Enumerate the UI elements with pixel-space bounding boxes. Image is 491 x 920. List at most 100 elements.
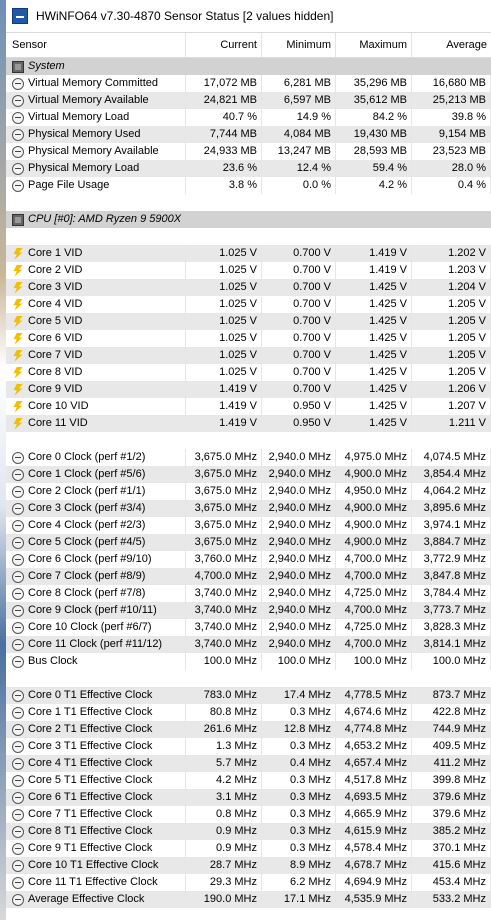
minimum-value: 4,084 MB <box>262 126 336 143</box>
sensor-row[interactable]: Core 7 VID 1.025 V 0.700 V 1.425 V 1.205 V <box>6 347 491 364</box>
sensor-row[interactable]: Core 4 T1 Effective Clock 5.7 MHz 0.4 MHz 4… <box>6 755 491 772</box>
average-value: 100.0 MHz <box>412 653 491 670</box>
sensor-name-cell: Core 6 T1 Effective Clock <box>6 789 186 806</box>
maximum-value: 84.2 % <box>336 109 412 126</box>
sensor-row[interactable]: Core 6 Clock (perf #9/10) 3,760.0 MHz 2,94… <box>6 551 491 568</box>
sensor-label: Core 9 VID <box>28 383 83 395</box>
sensor-row[interactable]: Core 11 Clock (perf #11/12) 3,740.0 MHz 2,… <box>6 636 491 653</box>
sensor-row[interactable]: Bus Clock 100.0 MHz 100.0 MHz 100.0 MHz 100.… <box>6 653 491 670</box>
sensor-row[interactable]: Core 5 VID 1.025 V 0.700 V 1.425 V 1.205 V <box>6 313 491 330</box>
clock-gauge-icon <box>12 468 24 481</box>
sensor-row[interactable]: Virtual Memory Committed 17,072 MB 6,281 M… <box>6 75 491 92</box>
clock-gauge-icon <box>12 485 24 498</box>
current-value: 7,744 MB <box>186 126 262 143</box>
sensor-label: Virtual Memory Load <box>28 111 130 123</box>
sensor-row[interactable]: Physical Memory Available 24,933 MB 13,247… <box>6 143 491 160</box>
sensor-row[interactable]: Core 10 T1 Effective Clock 28.7 MHz 8.9 MH… <box>6 857 491 874</box>
sensor-row[interactable]: Core 1 T1 Effective Clock 80.8 MHz 0.3 MHz… <box>6 704 491 721</box>
sensor-row[interactable]: Core 2 Clock (perf #1/1) 3,675.0 MHz 2,940… <box>6 483 491 500</box>
clock-gauge-icon <box>12 723 24 736</box>
current-value: 1.025 V <box>186 245 262 262</box>
sensor-row[interactable]: Core 0 T1 Effective Clock 783.0 MHz 17.4 M… <box>6 687 491 704</box>
sensor-row[interactable]: Core 2 T1 Effective Clock 261.6 MHz 12.8 M… <box>6 721 491 738</box>
maximum-value: 4,725.0 MHz <box>336 619 412 636</box>
sensor-row[interactable]: Core 6 VID 1.025 V 0.700 V 1.425 V 1.205 V <box>6 330 491 347</box>
sensor-label: Core 11 VID <box>28 417 88 429</box>
sensor-name-cell: Average Effective Clock <box>6 891 186 908</box>
sensor-row[interactable]: Core 0 Clock (perf #1/2) 3,675.0 MHz 2,940… <box>6 449 491 466</box>
column-header-minimum[interactable]: Minimum <box>262 33 336 57</box>
sensor-row[interactable]: Page File Usage 3.8 % 0.0 % 4.2 % 0.4 % <box>6 177 491 194</box>
sensor-row[interactable]: Core 10 VID 1.419 V 0.950 V 1.425 V 1.207 V <box>6 398 491 415</box>
average-value: 744.9 MHz <box>412 721 491 738</box>
sensor-row[interactable]: Core 10 Clock (perf #6/7) 3,740.0 MHz 2,94… <box>6 619 491 636</box>
sensor-row[interactable]: Core 8 T1 Effective Clock 0.9 MHz 0.3 MHz 4… <box>6 823 491 840</box>
sensor-row[interactable]: Core 8 Clock (perf #7/8) 3,740.0 MHz 2,940… <box>6 585 491 602</box>
sensor-row[interactable]: Core 1 VID 1.025 V 0.700 V 1.419 V 1.202 V <box>6 245 491 262</box>
maximum-value: 4.2 % <box>336 177 412 194</box>
sensor-row[interactable]: Core 3 Clock (perf #3/4) 3,675.0 MHz 2,940… <box>6 500 491 517</box>
current-value: 17,072 MB <box>186 75 262 92</box>
minimum-value: 0.700 V <box>262 364 336 381</box>
sensor-row[interactable]: Core 2 VID 1.025 V 0.700 V 1.419 V 1.203 V <box>6 262 491 279</box>
sensor-row[interactable]: Core 5 Clock (perf #4/5) 3,675.0 MHz 2,940… <box>6 534 491 551</box>
average-value: 3,784.4 MHz <box>412 585 491 602</box>
column-header-sensor[interactable]: Sensor <box>6 33 186 57</box>
sensor-row[interactable]: Physical Memory Used 7,744 MB 4,084 MB 19,4… <box>6 126 491 143</box>
clock-gauge-icon <box>12 859 24 872</box>
sensor-row[interactable]: Core 6 T1 Effective Clock 3.1 MHz 0.3 MHz 4… <box>6 789 491 806</box>
sensor-row[interactable]: Core 8 VID 1.025 V 0.700 V 1.425 V 1.205 V <box>6 364 491 381</box>
maximum-value: 35,296 MB <box>336 75 412 92</box>
sensor-name-cell: Core 11 T1 Effective Clock <box>6 874 186 891</box>
sensor-row[interactable]: Virtual Memory Available 24,821 MB 6,597 M… <box>6 92 491 109</box>
sensor-row[interactable]: Core 9 T1 Effective Clock 0.9 MHz 0.3 MHz 4… <box>6 840 491 857</box>
sensor-row[interactable]: Core 1 Clock (perf #5/6) 3,675.0 MHz 2,940… <box>6 466 491 483</box>
sensor-label: Core 5 VID <box>28 315 83 327</box>
minimum-value: 14.9 % <box>262 109 336 126</box>
clock-gauge-icon <box>12 145 24 158</box>
column-header-maximum[interactable]: Maximum <box>336 33 412 57</box>
maximum-value: 1.425 V <box>336 296 412 313</box>
sensor-row[interactable]: Core 9 Clock (perf #10/11) 3,740.0 MHz 2,9… <box>6 602 491 619</box>
average-value: 1.211 V <box>412 415 491 432</box>
current-value: 3,675.0 MHz <box>186 534 262 551</box>
minimum-value: 12.8 MHz <box>262 721 336 738</box>
minimum-value: 2,940.0 MHz <box>262 602 336 619</box>
average-value: 3,773.7 MHz <box>412 602 491 619</box>
sensor-label: Core 11 T1 Effective Clock <box>28 876 158 888</box>
sensor-row[interactable]: Core 3 T1 Effective Clock 1.3 MHz 0.3 MHz 4… <box>6 738 491 755</box>
sensor-group-row[interactable]: System <box>6 58 491 75</box>
sensor-row[interactable]: Virtual Memory Load 40.7 % 14.9 % 84.2 % 39.… <box>6 109 491 126</box>
sensor-group-row[interactable]: CPU [#0]: AMD Ryzen 9 5900X <box>6 211 491 228</box>
sensor-name-cell: Core 10 Clock (perf #6/7) <box>6 619 186 636</box>
sensor-name-cell: Core 10 VID <box>6 398 186 415</box>
sensor-row[interactable]: Average Effective Clock 190.0 MHz 17.1 MHz… <box>6 891 491 908</box>
column-header-current[interactable]: Current <box>186 33 262 57</box>
lightning-bolt-icon <box>13 418 23 430</box>
sensor-row[interactable]: Core 9 VID 1.419 V 0.700 V 1.425 V 1.206 V <box>6 381 491 398</box>
sensor-row[interactable]: Core 11 T1 Effective Clock 29.3 MHz 6.2 MH… <box>6 874 491 891</box>
minimum-value: 13,247 MB <box>262 143 336 160</box>
sensor-row[interactable]: Core 11 VID 1.419 V 0.950 V 1.425 V 1.211 V <box>6 415 491 432</box>
clock-gauge-icon <box>12 162 24 175</box>
sensor-row[interactable]: Core 5 T1 Effective Clock 4.2 MHz 0.3 MHz 4… <box>6 772 491 789</box>
sensor-row[interactable]: Core 7 T1 Effective Clock 0.8 MHz 0.3 MHz 4… <box>6 806 491 823</box>
clock-gauge-icon <box>12 587 24 600</box>
minimum-value: 0.950 V <box>262 415 336 432</box>
current-value: 1.025 V <box>186 296 262 313</box>
current-value: 5.7 MHz <box>186 755 262 772</box>
sensor-name-cell: Core 5 T1 Effective Clock <box>6 772 186 789</box>
sensor-label: Virtual Memory Available <box>28 94 149 106</box>
column-header-average[interactable]: Average <box>412 33 491 57</box>
sensor-label: Core 7 VID <box>28 349 83 361</box>
sensor-name-cell: Core 1 VID <box>6 245 186 262</box>
sensor-row[interactable]: Core 4 Clock (perf #2/3) 3,675.0 MHz 2,940… <box>6 517 491 534</box>
current-value: 3,740.0 MHz <box>186 585 262 602</box>
sensor-row[interactable]: Core 4 VID 1.025 V 0.700 V 1.425 V 1.205 V <box>6 296 491 313</box>
average-value: 25,213 MB <box>412 92 491 109</box>
sensor-row[interactable]: Physical Memory Load 23.6 % 12.4 % 59.4 % 28… <box>6 160 491 177</box>
sensor-row[interactable]: Core 3 VID 1.025 V 0.700 V 1.425 V 1.204 V <box>6 279 491 296</box>
sensor-row[interactable]: Core 7 Clock (perf #8/9) 4,700.0 MHz 2,940… <box>6 568 491 585</box>
maximum-value: 4,657.4 MHz <box>336 755 412 772</box>
sensor-label: Core 0 T1 Effective Clock <box>28 689 153 701</box>
